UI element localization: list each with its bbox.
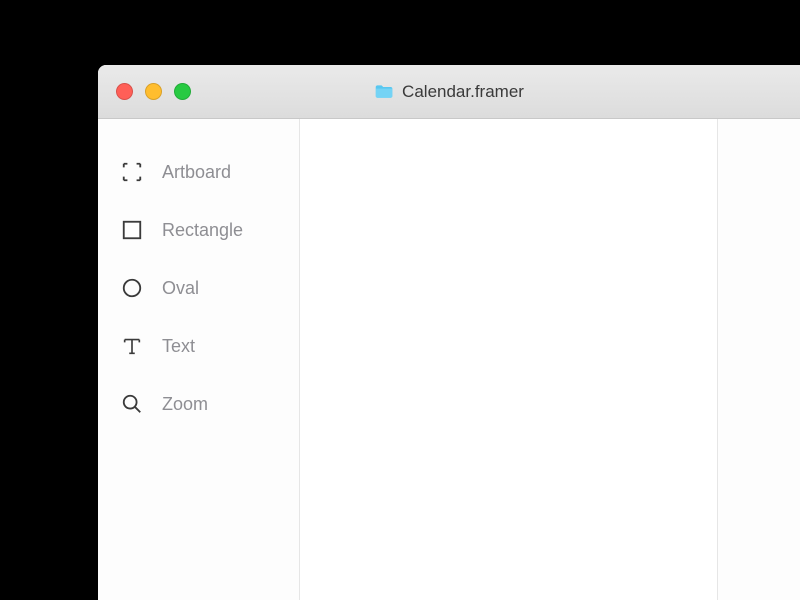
- document-title: Calendar.framer: [402, 82, 524, 102]
- titlebar[interactable]: Calendar.framer: [98, 65, 800, 119]
- document-folder-icon: [374, 82, 394, 102]
- app-body: Artboard Rectangle Oval: [98, 119, 800, 600]
- tool-label: Text: [162, 336, 195, 357]
- close-button[interactable]: [116, 83, 133, 100]
- canvas[interactable]: [300, 119, 718, 600]
- tool-label: Rectangle: [162, 220, 243, 241]
- tool-text[interactable]: Text: [98, 317, 299, 375]
- tool-oval[interactable]: Oval: [98, 259, 299, 317]
- tool-label: Oval: [162, 278, 199, 299]
- text-icon: [120, 334, 144, 358]
- title-center: Calendar.framer: [374, 82, 524, 102]
- app-window: Calendar.framer Artboard: [98, 65, 800, 600]
- oval-icon: [120, 276, 144, 300]
- sidebar: Artboard Rectangle Oval: [98, 119, 300, 600]
- tool-label: Zoom: [162, 394, 208, 415]
- right-panel: [718, 119, 800, 600]
- maximize-button[interactable]: [174, 83, 191, 100]
- zoom-icon: [120, 392, 144, 416]
- traffic-lights: [116, 83, 191, 100]
- tool-artboard[interactable]: Artboard: [98, 143, 299, 201]
- tool-zoom[interactable]: Zoom: [98, 375, 299, 433]
- artboard-icon: [120, 160, 144, 184]
- tool-rectangle[interactable]: Rectangle: [98, 201, 299, 259]
- minimize-button[interactable]: [145, 83, 162, 100]
- tool-label: Artboard: [162, 162, 231, 183]
- rectangle-icon: [120, 218, 144, 242]
